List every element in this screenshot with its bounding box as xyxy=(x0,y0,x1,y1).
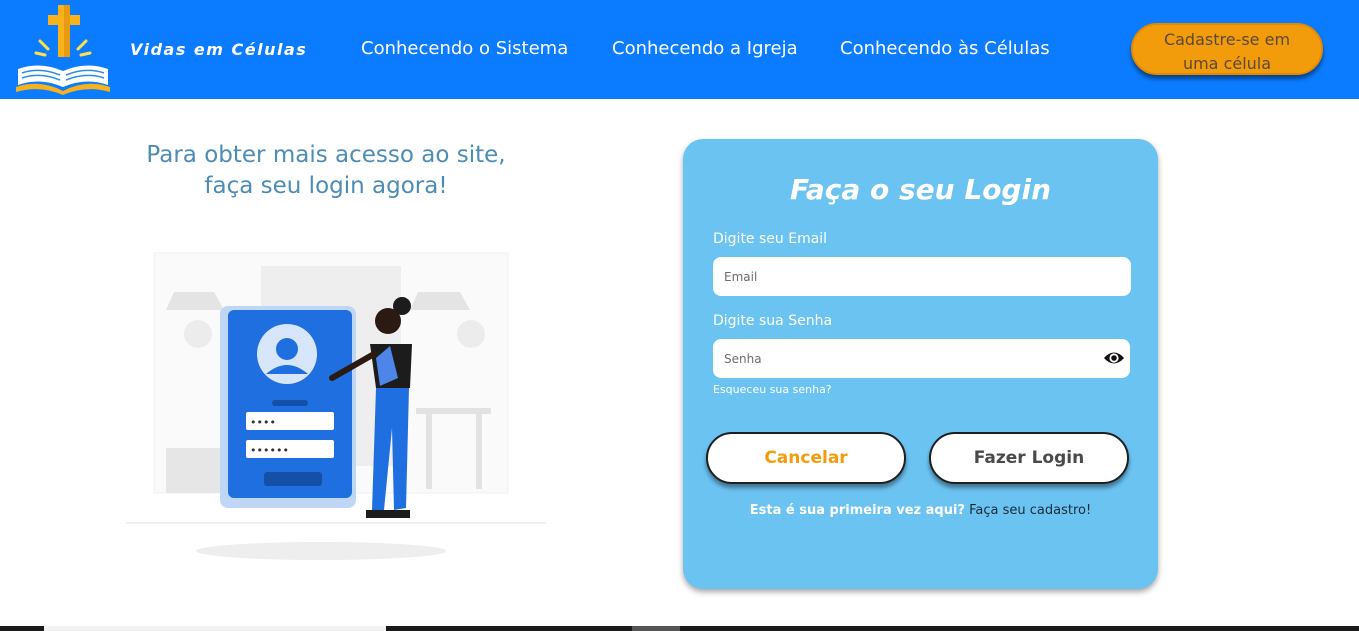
signup-link[interactable]: Faça seu cadastro! xyxy=(969,503,1091,518)
brand-name[interactable]: Vidas em Células xyxy=(130,40,307,59)
password-field[interactable] xyxy=(713,339,1130,378)
register-cell-button[interactable]: Cadastre-se em uma célula xyxy=(1131,23,1323,75)
login-card: Faça o seu Login Digite seu Email Digite… xyxy=(683,139,1158,589)
first-time-text: Esta é sua primeira vez aqui? xyxy=(749,503,965,518)
promo-heading: Para obter mais acesso ao site, faça seu… xyxy=(100,140,552,202)
navbar: Vidas em Células Conhecendo o Sistema Co… xyxy=(0,0,1359,99)
eye-icon[interactable] xyxy=(1103,348,1125,368)
bottom-strip xyxy=(0,626,1359,631)
bottom-strip-segment xyxy=(632,626,680,631)
email-label: Digite seu Email xyxy=(713,231,828,247)
forgot-password-link[interactable]: Esqueceu sua senha? xyxy=(713,383,832,396)
nav-link-sistema[interactable]: Conhecendo o Sistema xyxy=(361,38,568,59)
cross-bible-logo-icon[interactable] xyxy=(14,3,112,95)
email-field[interactable] xyxy=(713,257,1131,296)
password-label: Digite sua Senha xyxy=(713,313,833,329)
login-title: Faça o seu Login xyxy=(789,173,1052,206)
register-cell-label-line1: Cadastre-se em xyxy=(1163,30,1291,49)
page: Vidas em Células Conhecendo o Sistema Co… xyxy=(0,0,1359,631)
login-button[interactable]: Fazer Login xyxy=(929,432,1129,484)
nav-link-celulas[interactable]: Conhecendo às Células xyxy=(840,38,1050,59)
register-cell-label-line2: uma célula xyxy=(1182,54,1272,73)
bottom-strip-segment xyxy=(44,626,386,631)
illus-dots-1: •••• xyxy=(250,416,276,429)
login-illustration: •••• •••••• xyxy=(126,252,546,560)
cancel-button[interactable]: Cancelar xyxy=(706,432,906,484)
promo-line1: Para obter mais acesso ao site, xyxy=(146,142,506,168)
promo-line2: faça seu login agora! xyxy=(204,173,448,199)
nav-link-igreja[interactable]: Conhecendo a Igreja xyxy=(612,38,798,59)
illus-dots-2: •••••• xyxy=(250,444,289,457)
signup-row: Esta é sua primeira vez aqui? Faça seu c… xyxy=(683,503,1158,518)
